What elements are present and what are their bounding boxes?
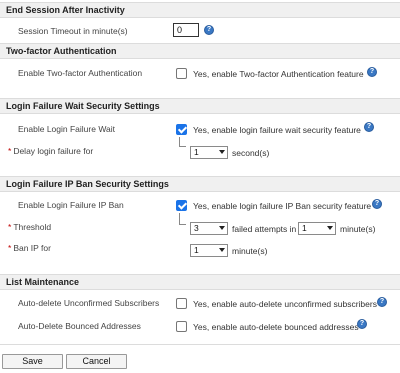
login-wait-checkbox[interactable]	[176, 124, 187, 135]
threshold-label: Threshold	[13, 222, 52, 232]
section-header-ip-ban: Login Failure IP Ban Security Settings	[0, 176, 400, 192]
help-icon[interactable]: ?	[367, 67, 377, 77]
required-mark: *	[8, 243, 12, 253]
tree-connector	[179, 213, 186, 225]
ip-ban-checkbox[interactable]	[176, 200, 187, 211]
ban-unit: minute(s)	[232, 246, 268, 256]
unconfirmed-text: Yes, enable auto-delete unconfirmed subs…	[193, 299, 377, 309]
cancel-button[interactable]: Cancel	[66, 354, 127, 369]
chevron-down-icon	[219, 150, 225, 154]
login-wait-label: Enable Login Failure Wait	[18, 124, 116, 134]
ban-label-row: * Ban IP for	[8, 243, 51, 253]
bounced-text: Yes, enable auto-delete bounced addresse…	[193, 322, 359, 332]
ip-ban-label: Enable Login Failure IP Ban	[18, 200, 124, 210]
section-header-login-wait: Login Failure Wait Security Settings	[0, 98, 400, 114]
threshold-select-value: 3	[194, 223, 199, 233]
ip-ban-text: Yes, enable login failure IP Ban securit…	[193, 201, 372, 211]
required-mark: *	[8, 146, 12, 156]
delay-unit: second(s)	[232, 148, 270, 158]
delay-select[interactable]: 1	[190, 146, 228, 159]
tree-connector	[179, 137, 186, 147]
threshold-text: failed attempts in	[232, 224, 297, 234]
session-timeout-input[interactable]: 0	[173, 23, 199, 37]
footer-divider	[0, 344, 400, 345]
chevron-down-icon	[219, 248, 225, 252]
threshold-minutes-unit: minute(s)	[340, 224, 376, 234]
two-factor-checkbox[interactable]	[176, 68, 187, 79]
help-icon[interactable]: ?	[357, 319, 367, 329]
required-mark: *	[8, 222, 12, 232]
delay-label: Delay login failure for	[13, 146, 94, 156]
unconfirmed-label: Auto-delete Unconfirmed Subscribers	[18, 298, 160, 308]
threshold-minutes-select[interactable]: 1	[298, 222, 336, 235]
threshold-minutes-value: 1	[302, 223, 307, 233]
section-header-list-maintenance: List Maintenance	[0, 274, 400, 290]
ban-select[interactable]: 1	[190, 244, 228, 257]
help-icon[interactable]: ?	[364, 122, 374, 132]
help-icon[interactable]: ?	[372, 199, 382, 209]
two-factor-label: Enable Two-factor Authentication	[18, 68, 143, 78]
delay-select-value: 1	[194, 147, 199, 157]
help-icon[interactable]: ?	[204, 25, 214, 35]
bounced-label: Auto-Delete Bounced Addresses	[18, 321, 141, 331]
two-factor-text: Yes, enable Two-factor Authentication fe…	[193, 69, 364, 79]
bounced-checkbox[interactable]	[176, 321, 187, 332]
delay-label-row: * Delay login failure for	[8, 146, 93, 156]
login-wait-text: Yes, enable login failure wait security …	[193, 125, 361, 135]
help-icon[interactable]: ?	[377, 297, 387, 307]
unconfirmed-checkbox[interactable]	[176, 298, 187, 309]
session-timeout-label: Session Timeout in minute(s)	[18, 26, 128, 36]
threshold-select[interactable]: 3	[190, 222, 228, 235]
chevron-down-icon	[327, 226, 333, 230]
section-header-two-factor: Two-factor Authentication	[0, 43, 400, 59]
ban-label: Ban IP for	[13, 243, 51, 253]
section-header-session: End Session After Inactivity	[0, 2, 400, 18]
chevron-down-icon	[219, 226, 225, 230]
save-button[interactable]: Save	[2, 354, 63, 369]
ban-select-value: 1	[194, 245, 199, 255]
threshold-label-row: * Threshold	[8, 222, 51, 232]
